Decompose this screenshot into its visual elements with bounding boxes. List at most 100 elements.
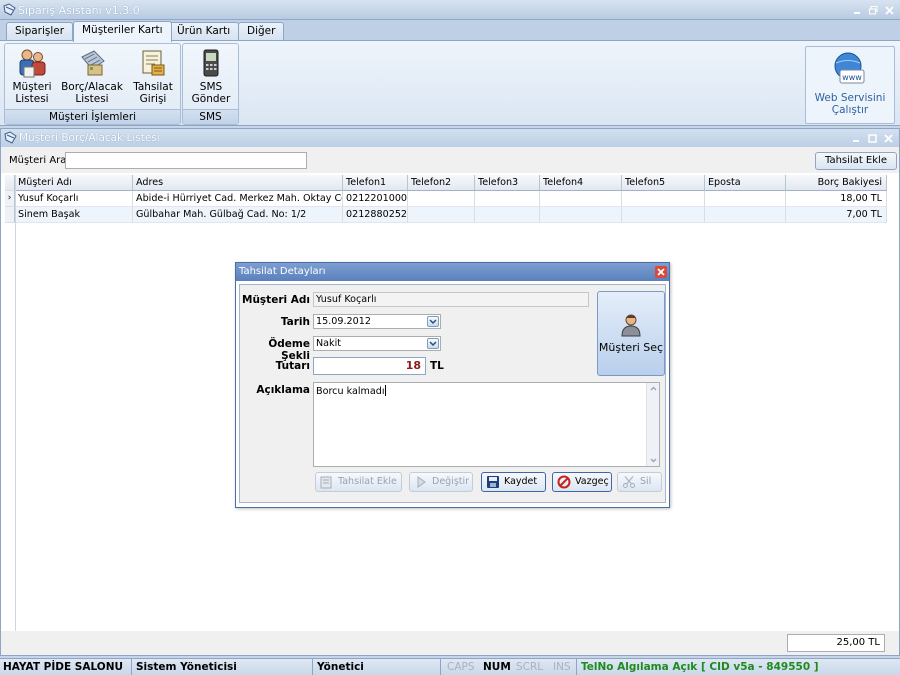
tab-urun-karti[interactable]: Ürün Kartı bbox=[168, 22, 240, 41]
select-customer-label: Müşteri Seç bbox=[598, 341, 664, 354]
add-payment-button[interactable]: Tahsilat Ekle bbox=[315, 472, 402, 492]
sms-send-button[interactable]: SMS Gönder bbox=[187, 47, 235, 105]
cell-phone4[interactable] bbox=[540, 207, 622, 223]
delete-button[interactable]: Sil bbox=[617, 472, 662, 492]
tab-diger[interactable]: Diğer bbox=[238, 22, 285, 41]
label-amount: Tutarı bbox=[275, 360, 310, 372]
child-minimize-button[interactable] bbox=[849, 132, 863, 144]
col-header-balance[interactable]: Borç Bakiyesi bbox=[786, 175, 887, 191]
debt-credit-label-2: Listesi bbox=[75, 93, 109, 105]
www-text: www bbox=[842, 73, 862, 82]
cell-phone5[interactable] bbox=[622, 207, 705, 223]
group-customer-ops: Müşteri Listesi Borç/Alacak Listesi Tahs… bbox=[4, 43, 181, 125]
restore-icon bbox=[868, 5, 877, 14]
receipt-icon bbox=[142, 50, 165, 76]
description-scrollbar[interactable] bbox=[646, 383, 659, 466]
cell-phone2[interactable] bbox=[408, 191, 475, 207]
child-maximize-button[interactable] bbox=[865, 132, 879, 144]
payment-entry-button[interactable]: Tahsilat Girişi bbox=[129, 47, 177, 105]
col-header-address[interactable]: Adres bbox=[133, 175, 343, 191]
amount-input[interactable]: 18 bbox=[313, 357, 426, 375]
col-header-phone3[interactable]: Telefon3 bbox=[475, 175, 540, 191]
child-close-button[interactable] bbox=[881, 132, 895, 144]
sms-label-2: Gönder bbox=[191, 93, 231, 105]
close-icon bbox=[657, 268, 665, 276]
tab-siparisler[interactable]: Siparişler bbox=[6, 22, 74, 41]
description-value: Borcu kalmadı bbox=[316, 386, 385, 397]
status-ins: INS bbox=[550, 659, 577, 675]
table-row[interactable]: › Yusuf Koçarlı Abide-i Hürriyet Cad. Me… bbox=[5, 191, 887, 207]
payment-details-dialog: Tahsilat Detayları Müşteri Adı Yusuf Koç… bbox=[235, 262, 670, 508]
cell-phone3[interactable] bbox=[475, 191, 540, 207]
group-sms: SMS Gönder SMS bbox=[182, 43, 239, 125]
payment-type-select[interactable]: Nakit bbox=[313, 336, 441, 351]
play-icon bbox=[417, 476, 426, 488]
date-value: 15.09.2012 bbox=[316, 316, 371, 327]
payment-entry-label-1: Tahsilat bbox=[133, 81, 173, 93]
cancel-label: Vazgeç bbox=[575, 476, 609, 487]
cell-phone3[interactable] bbox=[475, 207, 540, 223]
save-label: Kaydet bbox=[504, 476, 538, 487]
web-service-button[interactable]: www Web Servisini Çalıştır bbox=[805, 46, 895, 124]
cell-phone4[interactable] bbox=[540, 191, 622, 207]
customer-name-field[interactable]: Yusuf Koçarlı bbox=[313, 292, 589, 307]
debt-credit-list-button[interactable]: Borç/Alacak Listesi bbox=[59, 47, 125, 105]
cell-name[interactable]: Yusuf Koçarlı bbox=[15, 191, 133, 207]
date-picker[interactable]: 15.09.2012 bbox=[313, 314, 441, 329]
cell-phone2[interactable] bbox=[408, 207, 475, 223]
tab-musteriler-karti[interactable]: Müşteriler Kartı bbox=[73, 21, 172, 42]
change-button[interactable]: Değiştir bbox=[409, 472, 473, 492]
customer-list-label-1: Müşteri bbox=[12, 81, 52, 93]
cell-balance[interactable]: 18,00 TL bbox=[786, 191, 887, 207]
close-icon bbox=[884, 5, 894, 15]
cancel-button[interactable]: Vazgeç bbox=[552, 472, 612, 492]
scroll-up-button[interactable] bbox=[648, 384, 659, 394]
minimize-button[interactable] bbox=[850, 4, 864, 16]
cell-address[interactable]: Gülbahar Mah. Gülbağ Cad. No: 1/2 bbox=[133, 207, 343, 223]
ledger-icon bbox=[81, 50, 105, 76]
col-header-phone2[interactable]: Telefon2 bbox=[408, 175, 475, 191]
ribbon-panel: Müşteri Listesi Borç/Alacak Listesi Tahs… bbox=[0, 40, 900, 126]
col-header-email[interactable]: Eposta bbox=[705, 175, 786, 191]
col-header-name[interactable]: Müşteri Adı bbox=[15, 175, 133, 191]
balance-total: 25,00 TL bbox=[787, 634, 885, 652]
cell-phone5[interactable] bbox=[622, 191, 705, 207]
col-header-phone1[interactable]: Telefon1 bbox=[343, 175, 408, 191]
select-customer-button[interactable]: Müşteri Seç bbox=[597, 291, 665, 376]
scroll-down-button[interactable] bbox=[648, 455, 659, 465]
customer-list-button[interactable]: Müşteri Listesi bbox=[9, 47, 55, 105]
customer-search-input[interactable] bbox=[65, 152, 307, 169]
chevron-down-icon bbox=[650, 458, 657, 463]
dialog-close-button[interactable] bbox=[655, 266, 667, 278]
web-globe-icon: www bbox=[834, 52, 865, 84]
dialog-title: Tahsilat Detayları bbox=[236, 263, 669, 281]
cell-phone1[interactable]: 02122010001 bbox=[343, 191, 408, 207]
cell-address[interactable]: Abide-i Hürriyet Cad. Merkez Mah. Oktay … bbox=[133, 191, 343, 207]
sms-label-1: SMS bbox=[199, 81, 223, 93]
label-date: Tarih bbox=[280, 316, 310, 328]
save-button[interactable]: Kaydet bbox=[481, 472, 546, 492]
restore-button[interactable] bbox=[866, 4, 880, 16]
payment-type-dropdown-button[interactable] bbox=[427, 338, 439, 349]
status-telno: TelNo Algılama Açık [ CID v5a - 849550 ] bbox=[581, 661, 819, 673]
ribbon-tabs: Siparişler Müşteriler Kartı Ürün Kartı D… bbox=[0, 20, 900, 42]
minimize-icon bbox=[852, 139, 859, 142]
close-button[interactable] bbox=[882, 4, 896, 16]
group-caption-customer-ops: Müşteri İşlemleri bbox=[5, 109, 180, 124]
table-row[interactable]: Sinem Başak Gülbahar Mah. Gülbağ Cad. No… bbox=[5, 207, 887, 223]
col-header-phone5[interactable]: Telefon5 bbox=[622, 175, 705, 191]
cell-name[interactable]: Sinem Başak bbox=[15, 207, 133, 223]
col-header-phone4[interactable]: Telefon4 bbox=[540, 175, 622, 191]
status-scrl: SCRL bbox=[516, 661, 544, 673]
date-dropdown-button[interactable] bbox=[427, 316, 439, 327]
grid-footer: 25,00 TL bbox=[1, 631, 899, 655]
table-header: Müşteri Adı Adres Telefon1 Telefon2 Tele… bbox=[5, 175, 887, 191]
maximize-icon bbox=[867, 133, 877, 143]
cell-email[interactable] bbox=[705, 207, 786, 223]
add-payment-top-button[interactable]: Tahsilat Ekle bbox=[815, 152, 897, 170]
description-textarea[interactable]: Borcu kalmadı bbox=[313, 382, 660, 467]
cell-phone1[interactable]: 02128802525 bbox=[343, 207, 408, 223]
payment-entry-label-2: Girişi bbox=[139, 93, 167, 105]
cell-balance[interactable]: 7,00 TL bbox=[786, 207, 887, 223]
cell-email[interactable] bbox=[705, 191, 786, 207]
